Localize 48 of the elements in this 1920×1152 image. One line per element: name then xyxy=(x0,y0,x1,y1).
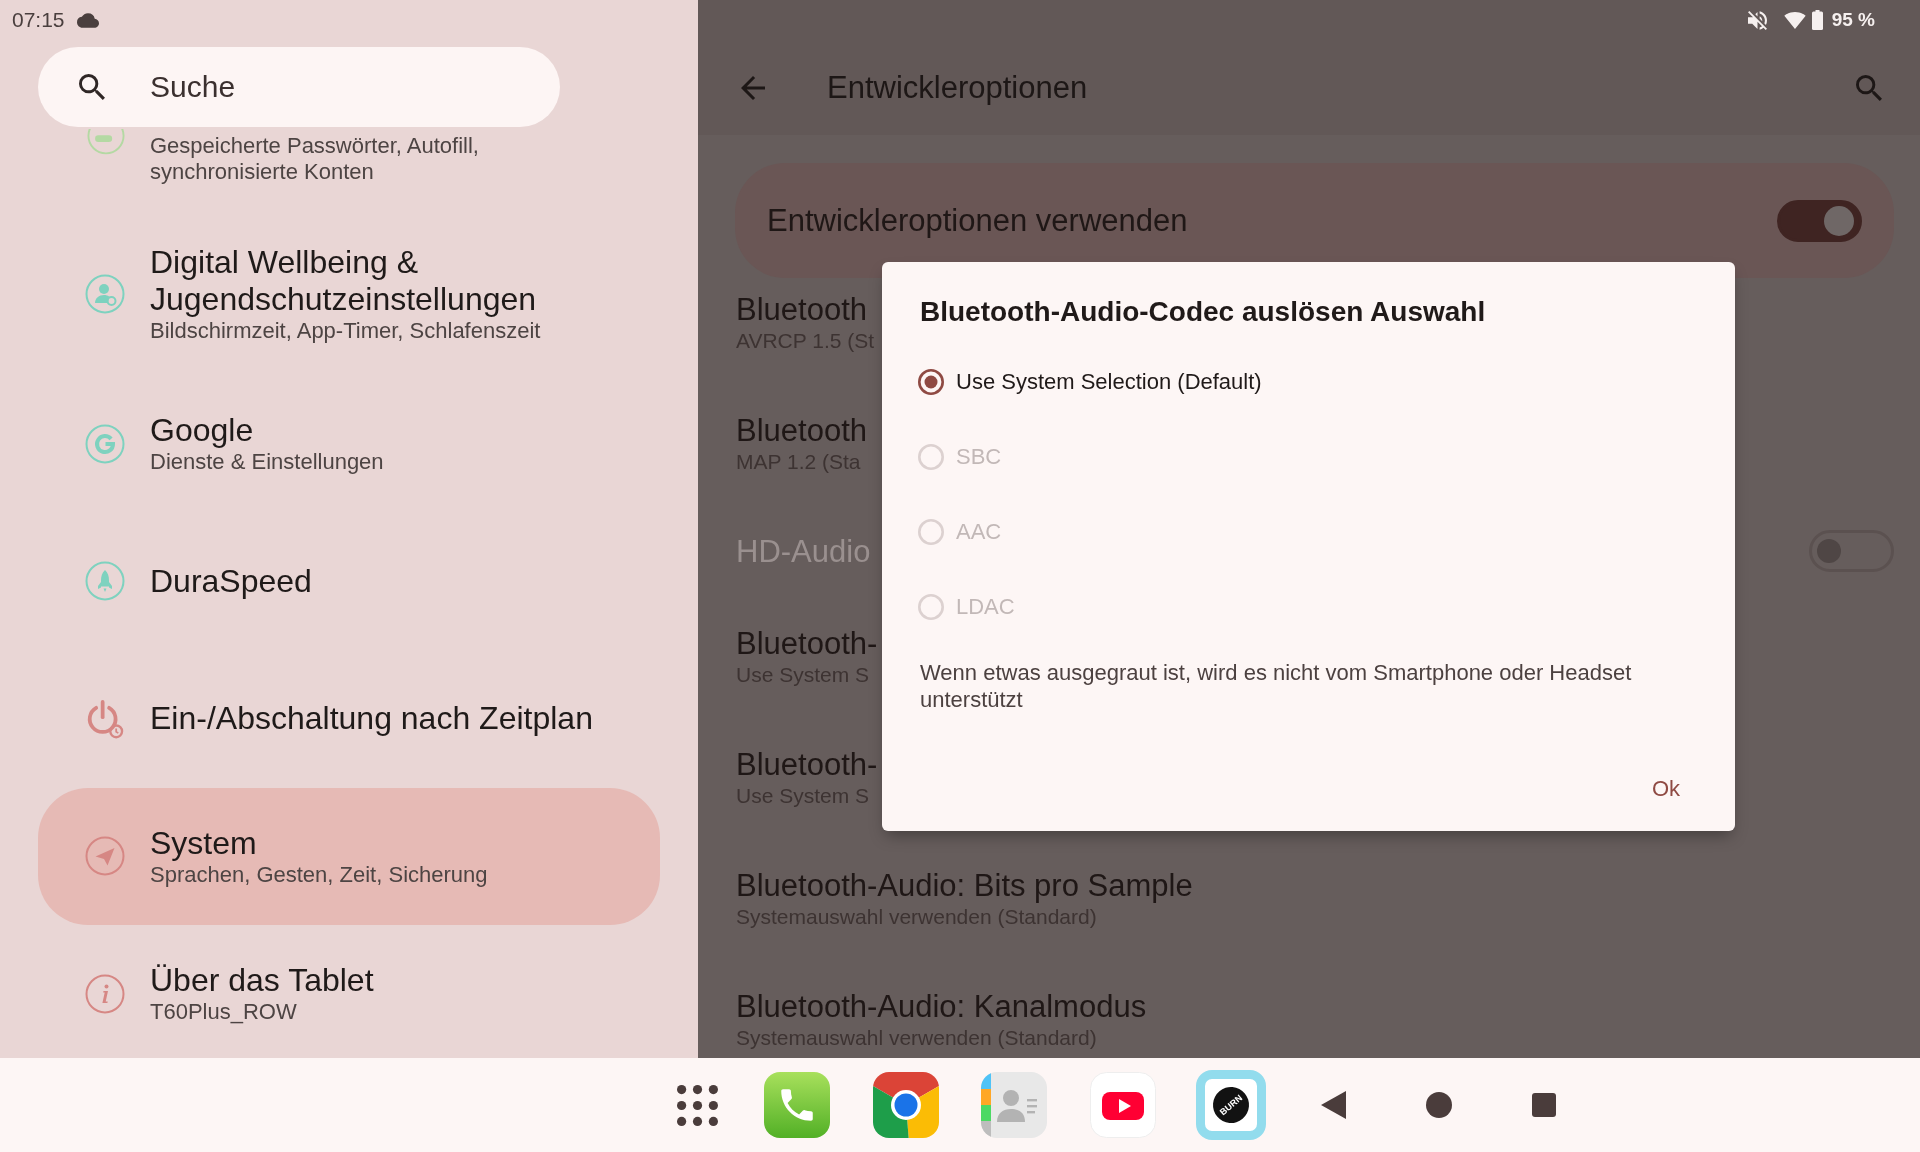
item-title: Über das Tablet xyxy=(150,962,374,1000)
setting-title: Bluetooth xyxy=(736,291,867,328)
home-icon[interactable] xyxy=(1426,1092,1452,1118)
item-subtitle: Sprachen, Gesten, Zeit, Sicherung xyxy=(150,861,488,888)
sidebar-item[interactable]: Ein-/Abschaltung nach Zeitplan xyxy=(38,650,660,788)
radio-option[interactable]: Use System Selection (Default) xyxy=(918,344,1262,419)
setting-title: Bluetooth-Audio: Bits pro Sample xyxy=(736,867,1193,904)
setting-title: Bluetooth- xyxy=(736,625,878,662)
sidebar-item[interactable]: Über das Tablet T60Plus_ROW xyxy=(38,925,660,1058)
item-subtitle: Dienste & Einstellungen xyxy=(150,449,384,476)
item-subtitle: Gespeicherte Passwörter, Autofill, synchronisierte Konten xyxy=(150,133,480,185)
battery-icon xyxy=(1811,10,1823,30)
back-icon[interactable] xyxy=(1321,1091,1346,1119)
search-field[interactable]: Suche xyxy=(38,47,560,127)
page-title: Entwickleroptionen xyxy=(827,69,1089,106)
search-icon[interactable] xyxy=(1856,74,1882,101)
item-title: System xyxy=(150,824,257,862)
wifi-icon xyxy=(1783,11,1806,29)
sidebar-item[interactable]: System Sprachen, Gesten, Zeit, Sicherung xyxy=(38,787,660,925)
item-title: DuraSpeed xyxy=(150,562,312,600)
app-grid-icon[interactable] xyxy=(677,1084,718,1126)
cloud-icon xyxy=(76,12,99,28)
sidebar-item[interactable]: Digital Wellbeing & Jugendschutzeinstellungen Bildschirmzeit, App-Timer, Schlafenszeit xyxy=(38,213,660,375)
back-arrow-icon[interactable] xyxy=(741,75,765,100)
phone-app-icon[interactable] xyxy=(764,1072,830,1138)
setting-title: Entwickleroptionen verwenden xyxy=(767,202,1188,239)
video-play-app-icon[interactable] xyxy=(1090,1072,1156,1138)
item-subtitle: T60Plus_ROW xyxy=(150,999,297,1026)
sidebar-item[interactable]: Gespeicherte Passwörter, Autofill, synchronisierte Konten xyxy=(38,127,660,213)
sidebar-item[interactable]: Google Dienste & Einstellungen xyxy=(38,375,660,513)
setting-title: Bluetooth- xyxy=(736,746,878,783)
ok-button[interactable]: Ok xyxy=(1635,761,1696,817)
search-icon xyxy=(79,74,105,100)
item-title: Google xyxy=(150,412,254,450)
item-title: Digital Wellbeing & Jugendschutzeinstellungen xyxy=(150,244,538,318)
sidebar-item[interactable]: DuraSpeed xyxy=(38,512,660,650)
item-title: Ein-/Abschaltung nach Zeitplan xyxy=(150,700,593,738)
dialog-title: Bluetooth-Audio-Codec auslösen Auswahl xyxy=(920,295,1486,329)
item-subtitle: Bildschirmzeit, App-Timer, Schlafenszeit xyxy=(150,318,541,344)
toggle-switch[interactable] xyxy=(1777,199,1862,242)
setting-title: Bluetooth-Audio: Kanalmodus xyxy=(736,988,1147,1025)
recents-icon[interactable] xyxy=(1532,1093,1556,1117)
muted-speaker-icon xyxy=(1747,10,1767,30)
dialog-message: Wenn etwas ausgegraut ist, wird es nicht vom Smartphone oder Headset unterstützt xyxy=(920,659,1633,713)
setting-title: Bluetooth xyxy=(736,412,867,449)
contacts-app-icon[interactable] xyxy=(981,1072,1047,1138)
battery-percent: 95 % xyxy=(1831,9,1875,31)
status-time: 07:15 xyxy=(12,8,65,32)
